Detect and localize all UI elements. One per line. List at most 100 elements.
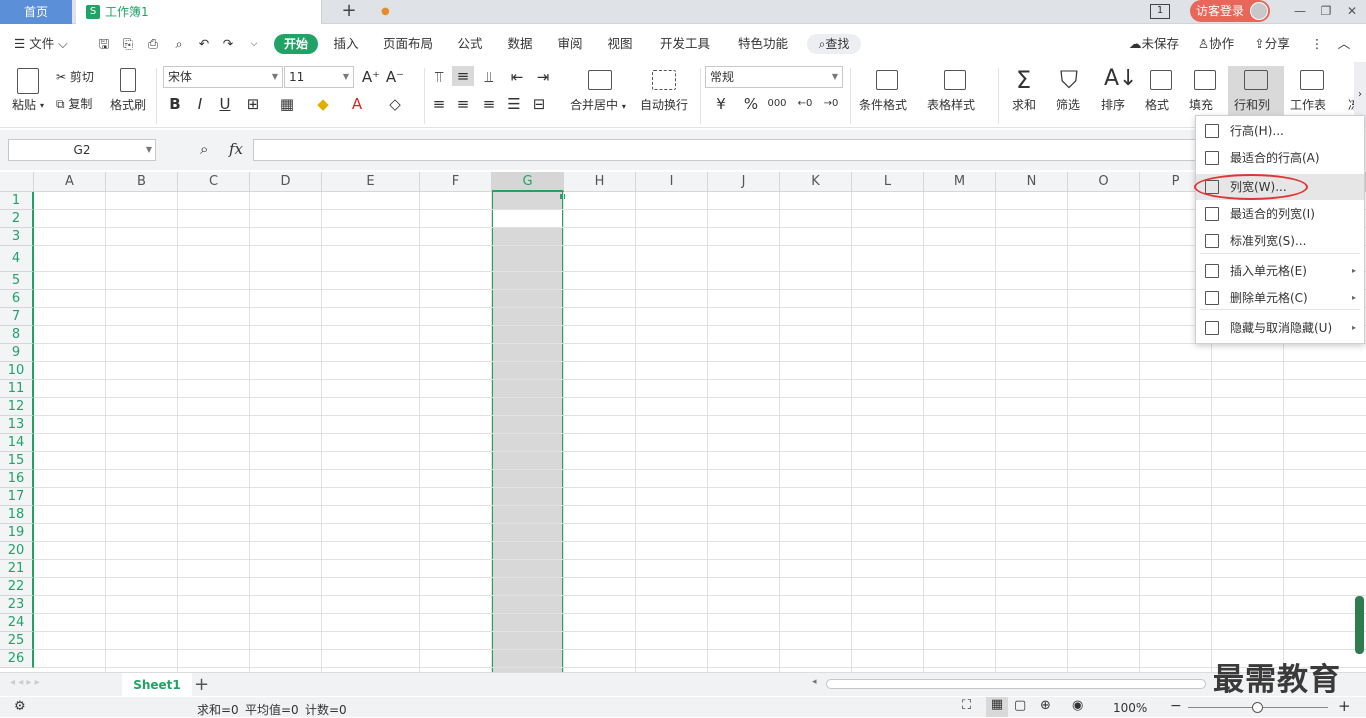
- format-painter-button[interactable]: 格式刷: [110, 96, 146, 113]
- select-all-corner[interactable]: [0, 172, 34, 192]
- column-header[interactable]: D: [250, 172, 322, 192]
- fill-color-icon[interactable]: ◆: [312, 94, 334, 114]
- row-header[interactable]: 9: [0, 344, 34, 362]
- decrease-indent-icon[interactable]: ⇤: [506, 67, 528, 87]
- column-header[interactable]: A: [34, 172, 106, 192]
- bold-icon[interactable]: B: [164, 94, 186, 114]
- paste-icon[interactable]: [17, 68, 39, 94]
- column-header[interactable]: E: [322, 172, 420, 192]
- row-header[interactable]: 7: [0, 308, 34, 326]
- column-header[interactable]: N: [996, 172, 1068, 192]
- row-header[interactable]: 2: [0, 210, 34, 228]
- row-header[interactable]: 20: [0, 542, 34, 560]
- eye-protection-icon[interactable]: ◉: [1072, 698, 1083, 713]
- increase-indent-icon[interactable]: ⇥: [532, 67, 554, 87]
- minimize-icon[interactable]: —: [1288, 0, 1312, 24]
- row-header[interactable]: 19: [0, 524, 34, 542]
- align-center-icon[interactable]: ≡: [452, 94, 474, 114]
- file-menu[interactable]: ☰ 文件 ⌵: [14, 34, 80, 54]
- format-painter-icon[interactable]: [120, 68, 136, 92]
- column-header[interactable]: L: [852, 172, 924, 192]
- filter-button[interactable]: 筛选: [1056, 96, 1080, 113]
- formula-input[interactable]: [253, 139, 1213, 161]
- fullscreen-icon[interactable]: ⛶: [962, 698, 971, 713]
- column-header[interactable]: I: [636, 172, 708, 192]
- decrease-decimal-icon[interactable]: →0: [820, 94, 842, 114]
- percent-icon[interactable]: %: [740, 94, 762, 114]
- column-header[interactable]: B: [106, 172, 178, 192]
- paste-dropdown-icon[interactable]: ▾: [40, 101, 44, 110]
- sort-icon[interactable]: A↓: [1104, 66, 1137, 91]
- zoom-level[interactable]: 100%: [1113, 701, 1147, 715]
- font-name-select[interactable]: 宋体 ▼: [163, 66, 283, 88]
- normal-view-icon[interactable]: ▦: [986, 697, 1008, 717]
- undo-icon[interactable]: ↶: [196, 34, 212, 54]
- justify-icon[interactable]: ☰: [503, 94, 525, 114]
- number-format-select[interactable]: 常规 ▼: [705, 66, 843, 88]
- menu-item-autofit-row[interactable]: 最适合的行高(A): [1196, 145, 1364, 171]
- table-style-button[interactable]: 表格样式: [927, 96, 975, 113]
- increase-font-icon[interactable]: A⁺: [360, 67, 382, 87]
- collapse-ribbon-icon[interactable]: ︿: [1334, 34, 1354, 54]
- collab-button[interactable]: ♙协作: [1192, 34, 1240, 54]
- column-header[interactable]: H: [564, 172, 636, 192]
- print-preview-icon[interactable]: ⌕: [171, 34, 187, 54]
- tab-start[interactable]: 开始: [274, 34, 318, 54]
- column-header[interactable]: M: [924, 172, 996, 192]
- row-header[interactable]: 25: [0, 632, 34, 650]
- sheet-tab[interactable]: Sheet1: [122, 673, 192, 697]
- quick-access-dropdown-icon[interactable]: ⌵: [246, 34, 262, 54]
- more-options-icon[interactable]: ⋮: [1310, 34, 1324, 54]
- currency-icon[interactable]: ¥: [710, 94, 732, 114]
- sum-icon[interactable]: Σ: [1016, 66, 1031, 94]
- row-header[interactable]: 10: [0, 362, 34, 380]
- menu-item-hide-unhide[interactable]: 隐藏与取消隐藏(U) ▸: [1196, 315, 1364, 341]
- close-icon[interactable]: ✕: [1340, 0, 1364, 24]
- increase-decimal-icon[interactable]: ←0: [794, 94, 816, 114]
- tab-view[interactable]: 视图: [604, 34, 636, 54]
- cut-button[interactable]: ✂ 剪切: [56, 68, 94, 85]
- font-color-icon[interactable]: A: [346, 94, 368, 114]
- menu-item-row-height[interactable]: 行高(H)...: [1196, 118, 1364, 144]
- row-header[interactable]: 6: [0, 290, 34, 308]
- align-bottom-icon[interactable]: ⫫: [478, 67, 500, 87]
- clear-icon[interactable]: ◇: [384, 94, 406, 114]
- worksheet-icon[interactable]: [1300, 70, 1324, 90]
- row-header[interactable]: 22: [0, 578, 34, 596]
- row-header[interactable]: 3: [0, 228, 34, 246]
- row-header[interactable]: 1: [0, 192, 34, 210]
- format-icon[interactable]: [1150, 70, 1172, 90]
- row-header[interactable]: 5: [0, 272, 34, 290]
- merge-center-icon[interactable]: [588, 70, 612, 90]
- row-header[interactable]: 13: [0, 416, 34, 434]
- name-box[interactable]: G2 ▼: [8, 139, 156, 161]
- spreadsheet-grid[interactable]: ABCDEFGHIJKLMNOP 1 2 3 4 5 6 7 8 9 10 11 12 13 14 15 16…: [0, 172, 1366, 672]
- login-button[interactable]: 访客登录: [1190, 0, 1270, 22]
- column-header[interactable]: C: [178, 172, 250, 192]
- auto-wrap-button[interactable]: 自动换行: [640, 96, 688, 113]
- conditional-format-icon[interactable]: [876, 70, 898, 90]
- row-header[interactable]: 8: [0, 326, 34, 344]
- row-header[interactable]: 23: [0, 596, 34, 614]
- row-header[interactable]: 17: [0, 488, 34, 506]
- column-header[interactable]: J: [708, 172, 780, 192]
- tab-review[interactable]: 审阅: [554, 34, 586, 54]
- tab-data[interactable]: 数据: [504, 34, 536, 54]
- menu-item-insert-cell[interactable]: 插入单元格(E) ▸: [1196, 258, 1364, 284]
- scroll-left-icon[interactable]: ◂: [812, 677, 817, 687]
- conditional-format-button[interactable]: 条件格式: [859, 96, 907, 113]
- copy-button[interactable]: ⧉ 复制: [56, 95, 92, 112]
- page-layout-view-icon[interactable]: ▢: [1014, 698, 1026, 713]
- worksheet-button[interactable]: 工作表: [1290, 96, 1326, 113]
- row-header[interactable]: 24: [0, 614, 34, 632]
- align-left-icon[interactable]: ≡: [428, 94, 450, 114]
- menu-item-standard-width[interactable]: 标准列宽(S)...: [1196, 228, 1364, 254]
- borders-icon[interactable]: ⊞: [242, 94, 264, 114]
- tab-special[interactable]: 特色功能: [734, 34, 792, 54]
- decrease-font-icon[interactable]: A⁻: [384, 67, 406, 87]
- column-header[interactable]: O: [1068, 172, 1140, 192]
- active-cell[interactable]: [493, 210, 562, 228]
- row-header[interactable]: 18: [0, 506, 34, 524]
- row-header[interactable]: 21: [0, 560, 34, 578]
- align-middle-icon[interactable]: ≡: [452, 66, 474, 86]
